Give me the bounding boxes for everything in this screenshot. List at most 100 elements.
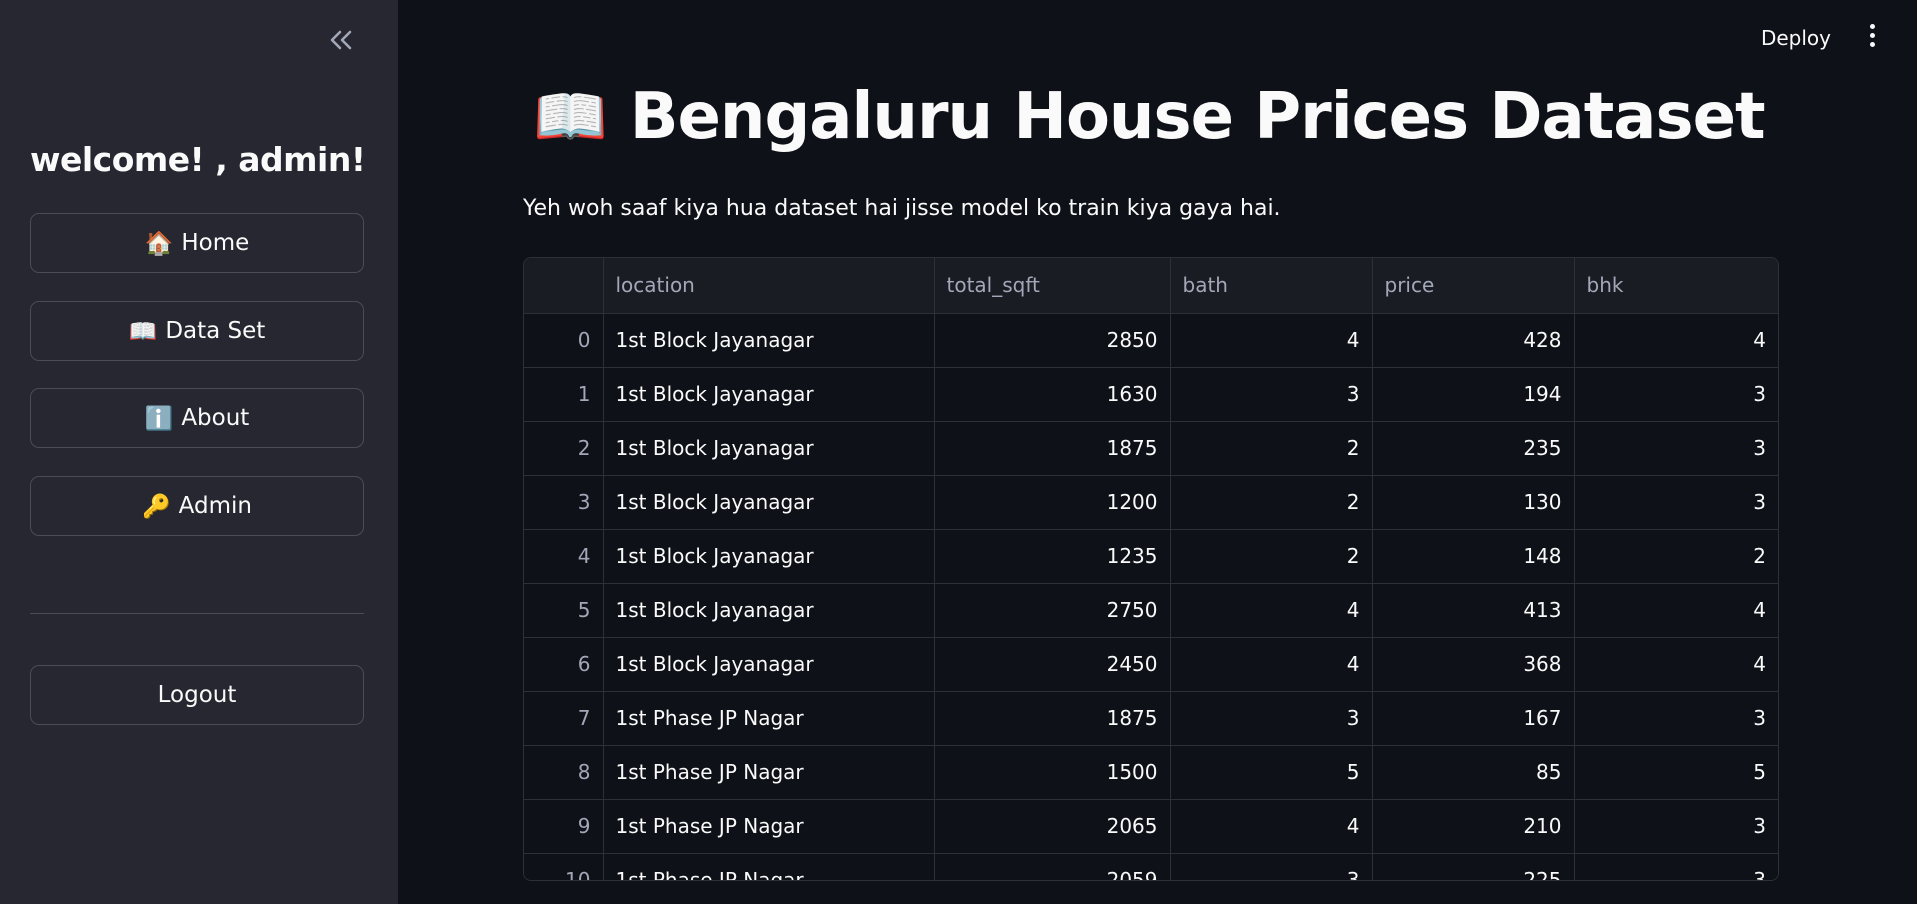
table-row: 3 1st Block Jayanagar 1200 2 130 3 xyxy=(524,475,1778,530)
price-cell[interactable]: 368 xyxy=(1372,637,1575,692)
total-sqft-cell[interactable]: 2750 xyxy=(934,583,1171,638)
location-cell[interactable]: 1st Block Jayanagar xyxy=(603,367,935,422)
bath-cell[interactable]: 2 xyxy=(1170,421,1373,476)
row-index[interactable]: 8 xyxy=(524,745,604,800)
admin-button-label: Admin xyxy=(178,493,252,519)
bath-cell[interactable]: 3 xyxy=(1170,691,1373,746)
bath-cell[interactable]: 4 xyxy=(1170,799,1373,854)
admin-button[interactable]: 🔑 Admin xyxy=(30,476,364,536)
price-header[interactable]: price xyxy=(1372,258,1575,314)
price-cell[interactable]: 85 xyxy=(1372,745,1575,800)
price-cell[interactable]: 210 xyxy=(1372,799,1575,854)
bath-cell[interactable]: 4 xyxy=(1170,583,1373,638)
location-cell[interactable]: 1st Block Jayanagar xyxy=(603,313,935,368)
table-row: 1 1st Block Jayanagar 1630 3 194 3 xyxy=(524,367,1778,422)
bhk-cell[interactable]: 4 xyxy=(1574,583,1778,638)
kebab-menu-icon[interactable] xyxy=(1865,24,1879,54)
total-sqft-cell[interactable]: 2059 xyxy=(934,853,1171,880)
location-cell[interactable]: 1st Phase JP Nagar xyxy=(603,853,935,880)
table-row: 10 1st Phase JP Nagar 2059 3 225 3 xyxy=(524,853,1778,880)
table-row: 6 1st Block Jayanagar 2450 4 368 4 xyxy=(524,637,1778,692)
price-cell[interactable]: 235 xyxy=(1372,421,1575,476)
bhk-cell[interactable]: 3 xyxy=(1574,475,1778,530)
table-row: 7 1st Phase JP Nagar 1875 3 167 3 xyxy=(524,691,1778,746)
total-sqft-cell[interactable]: 1875 xyxy=(934,421,1171,476)
location-cell[interactable]: 1st Phase JP Nagar xyxy=(603,745,935,800)
bhk-cell[interactable]: 3 xyxy=(1574,367,1778,422)
table-header-row: location total_sqft bath price bhk xyxy=(524,258,1778,314)
bath-cell[interactable]: 3 xyxy=(1170,367,1373,422)
row-index[interactable]: 4 xyxy=(524,529,604,584)
info-icon: ℹ️ xyxy=(144,405,174,432)
page-title: Bengaluru House Prices Dataset xyxy=(629,80,1766,154)
location-cell[interactable]: 1st Block Jayanagar xyxy=(603,583,935,638)
total-sqft-cell[interactable]: 1630 xyxy=(934,367,1171,422)
bhk-cell[interactable]: 4 xyxy=(1574,637,1778,692)
total-sqft-cell[interactable]: 2065 xyxy=(934,799,1171,854)
price-cell[interactable]: 428 xyxy=(1372,313,1575,368)
total-sqft-cell[interactable]: 2450 xyxy=(934,637,1171,692)
bath-cell[interactable]: 5 xyxy=(1170,745,1373,800)
row-index[interactable]: 7 xyxy=(524,691,604,746)
price-cell[interactable]: 167 xyxy=(1372,691,1575,746)
price-cell[interactable]: 413 xyxy=(1372,583,1575,638)
sidebar: welcome! , admin! 🏠 Home 📖 Data Set ℹ️ A… xyxy=(0,0,398,904)
bath-cell[interactable]: 3 xyxy=(1170,853,1373,880)
data-set-button-label: Data Set xyxy=(165,318,266,344)
house-icon: 🏠 xyxy=(144,230,174,257)
about-button-label: About xyxy=(181,405,250,431)
total-sqft-cell[interactable]: 1235 xyxy=(934,529,1171,584)
book-icon: 📖 xyxy=(128,318,158,345)
total-sqft-cell[interactable]: 1500 xyxy=(934,745,1171,800)
bhk-cell[interactable]: 5 xyxy=(1574,745,1778,800)
price-cell[interactable]: 148 xyxy=(1372,529,1575,584)
table-row: 4 1st Block Jayanagar 1235 2 148 2 xyxy=(524,529,1778,584)
home-button[interactable]: 🏠 Home xyxy=(30,213,364,273)
logout-button[interactable]: Logout xyxy=(30,665,364,725)
row-index[interactable]: 10 xyxy=(524,853,604,880)
bhk-cell[interactable]: 2 xyxy=(1574,529,1778,584)
total-sqft-cell[interactable]: 2850 xyxy=(934,313,1171,368)
location-cell[interactable]: 1st Phase JP Nagar xyxy=(603,799,935,854)
deploy-button[interactable]: Deploy xyxy=(1761,26,1831,50)
price-cell[interactable]: 194 xyxy=(1372,367,1575,422)
row-index[interactable]: 0 xyxy=(524,313,604,368)
location-cell[interactable]: 1st Block Jayanagar xyxy=(603,421,935,476)
location-cell[interactable]: 1st Block Jayanagar xyxy=(603,529,935,584)
about-button[interactable]: ℹ️ About xyxy=(30,388,364,448)
bhk-cell[interactable]: 3 xyxy=(1574,853,1778,880)
bath-cell[interactable]: 2 xyxy=(1170,475,1373,530)
location-cell[interactable]: 1st Phase JP Nagar xyxy=(603,691,935,746)
location-cell[interactable]: 1st Block Jayanagar xyxy=(603,475,935,530)
row-index[interactable]: 9 xyxy=(524,799,604,854)
location-header[interactable]: location xyxy=(603,258,935,314)
main-content: Deploy 📖 Bengaluru House Prices Dataset … xyxy=(398,0,1917,904)
bhk-cell[interactable]: 3 xyxy=(1574,421,1778,476)
row-index[interactable]: 2 xyxy=(524,421,604,476)
bath-cell[interactable]: 2 xyxy=(1170,529,1373,584)
data-table[interactable]: location total_sqft bath price bhk 0 1st … xyxy=(523,257,1779,881)
row-index[interactable]: 6 xyxy=(524,637,604,692)
table-row: 5 1st Block Jayanagar 2750 4 413 4 xyxy=(524,583,1778,638)
total-sqft-cell[interactable]: 1200 xyxy=(934,475,1171,530)
bath-cell[interactable]: 4 xyxy=(1170,637,1373,692)
bhk-header[interactable]: bhk xyxy=(1574,258,1778,314)
index-header xyxy=(524,258,604,314)
bath-cell[interactable]: 4 xyxy=(1170,313,1373,368)
price-cell[interactable]: 130 xyxy=(1372,475,1575,530)
total-sqft-header[interactable]: total_sqft xyxy=(934,258,1171,314)
total-sqft-cell[interactable]: 1875 xyxy=(934,691,1171,746)
row-index[interactable]: 5 xyxy=(524,583,604,638)
bhk-cell[interactable]: 4 xyxy=(1574,313,1778,368)
table-row: 0 1st Block Jayanagar 2850 4 428 4 xyxy=(524,313,1778,368)
data-set-button[interactable]: 📖 Data Set xyxy=(30,301,364,361)
row-index[interactable]: 3 xyxy=(524,475,604,530)
bhk-cell[interactable]: 3 xyxy=(1574,799,1778,854)
row-index[interactable]: 1 xyxy=(524,367,604,422)
price-cell[interactable]: 225 xyxy=(1372,853,1575,880)
collapse-sidebar-button[interactable] xyxy=(320,22,362,58)
bath-header[interactable]: bath xyxy=(1170,258,1373,314)
bhk-cell[interactable]: 3 xyxy=(1574,691,1778,746)
app-window: welcome! , admin! 🏠 Home 📖 Data Set ℹ️ A… xyxy=(0,0,1917,904)
location-cell[interactable]: 1st Block Jayanagar xyxy=(603,637,935,692)
